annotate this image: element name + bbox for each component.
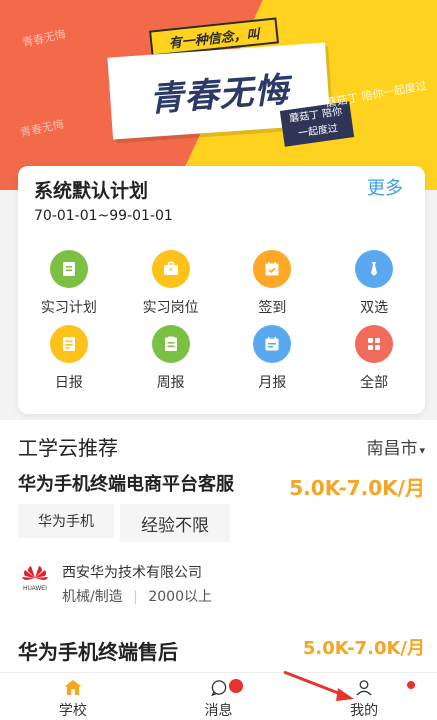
nav-label: 学校 [58, 703, 87, 719]
plan-card: 系统默认计划 更多 70-01-01~99-01-01 实习计划 实习岗位 签到 [18, 166, 425, 414]
grid-item-checkin[interactable]: 签到 [222, 246, 324, 321]
banner[interactable]: 青春无悔 青春无悔 有一种信念，叫 青春无悔 蘑菇丁 陪你一起度过 蘑菇丁 陪你… [0, 0, 437, 190]
plan-date-range: 70-01-01~99-01-01 [34, 208, 173, 224]
grid-icon [355, 325, 394, 363]
banner-decor-text: 青春无悔 [21, 27, 67, 50]
meta-divider: | [133, 589, 138, 605]
city-label: 南昌市 [366, 439, 418, 459]
grid-item-monthly-report[interactable]: 月报 [222, 321, 324, 396]
job-title: 华为手机终端电商平台客服 [18, 474, 234, 495]
nav-item-messages[interactable]: 消息 [146, 673, 292, 720]
grid-item-label: 实习计划 [40, 300, 97, 316]
weekly-report-icon [151, 325, 190, 363]
huawei-logo: HUAWEI [18, 562, 52, 596]
city-selector[interactable]: 南昌市 ▾ [366, 434, 425, 459]
grid-item-daily-report[interactable]: 日报 [18, 321, 120, 396]
grid-item-all[interactable]: 全部 [323, 321, 425, 396]
plan-function-grid: 实习计划 实习岗位 签到 双选 日报 周报 月报 全部 [18, 246, 425, 396]
grid-item-internship-plan[interactable]: 实习计划 [18, 246, 120, 321]
recommend-section: 工学云推荐 南昌市 ▾ 华为手机终端电商平台客服 5.0K-7.0K/月 华为手机… [0, 420, 437, 676]
tie-icon [355, 250, 394, 288]
grid-item-mutual-selection[interactable]: 双选 [323, 246, 425, 321]
chevron-down-icon: ▾ [419, 444, 425, 457]
job-salary: 5.0K-7.0K/月 [289, 476, 425, 500]
daily-report-icon [49, 325, 88, 363]
job-tag: 华为手机 [18, 504, 114, 538]
home-icon [64, 679, 82, 696]
huawei-logo-text: HUAWEI [23, 586, 47, 592]
job-title: 华为手机终端售后 [18, 640, 178, 664]
notification-badge [228, 679, 243, 693]
company-size: 2000以上 [148, 589, 212, 605]
banner-right-note: 蘑菇丁 陪你一起度过 [324, 79, 428, 110]
job-salary: 5.0K-7.0K/月 [302, 638, 425, 659]
grid-item-label: 全部 [360, 375, 389, 391]
grid-item-label: 周报 [156, 375, 185, 391]
grid-item-weekly-report[interactable]: 周报 [120, 321, 222, 396]
banner-headline: 青春无悔 [148, 69, 291, 120]
nav-label: 消息 [204, 703, 233, 719]
grid-item-label: 日报 [54, 375, 83, 391]
plan-icon [49, 250, 88, 288]
plan-more-link[interactable]: 更多 [367, 174, 403, 200]
annotation-arrow-icon [283, 670, 354, 701]
notification-dot [407, 681, 416, 689]
grid-item-label: 月报 [258, 375, 287, 391]
job-tag: 经验不限 [120, 504, 230, 542]
grid-item-internship-post[interactable]: 实习岗位 [120, 246, 222, 321]
briefcase-icon [151, 250, 190, 288]
bottom-nav: 学校 消息 我的 [0, 672, 437, 720]
monthly-report-icon [253, 325, 292, 363]
company-meta: 机械/制造 | 2000以上 [62, 586, 212, 606]
grid-item-label: 签到 [258, 300, 287, 316]
banner-decor-text: 青春无悔 [19, 117, 65, 140]
grid-item-label: 实习岗位 [142, 300, 199, 316]
checkin-icon [253, 250, 292, 288]
nav-item-school[interactable]: 学校 [0, 673, 146, 720]
company-name: 西安华为技术有限公司 [62, 565, 202, 581]
company-industry: 机械/制造 [62, 589, 123, 605]
message-icon [210, 680, 226, 696]
plan-title: 系统默认计划 [34, 180, 149, 202]
recommend-title: 工学云推荐 [18, 436, 118, 460]
grid-item-label: 双选 [360, 300, 389, 316]
